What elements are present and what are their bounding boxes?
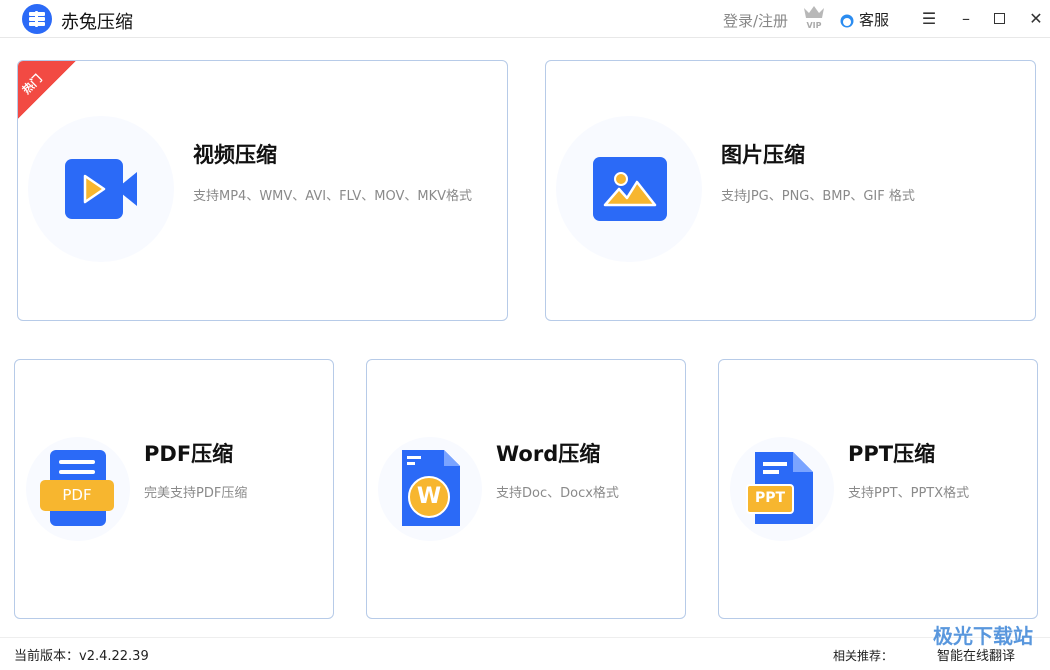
ppt-compress-card[interactable]: PPT PPT压缩 支持PPT、PPTX格式: [718, 359, 1038, 619]
hot-badge-label: 热门: [19, 71, 45, 97]
video-compress-card[interactable]: 热门 视频压缩 支持MP4、WMV、AVI、FLV、MOV、MKV格式: [17, 60, 508, 321]
ppt-icon-label: PPT: [754, 490, 786, 506]
word-compress-card[interactable]: W Word压缩 支持Doc、Docx格式: [366, 359, 686, 619]
card-description: 支持MP4、WMV、AVI、FLV、MOV、MKV格式: [193, 189, 473, 204]
vip-label: VIP: [806, 21, 821, 30]
title-bar: 赤兔压缩 登录/注册 VIP 客服 ☰ – ✕: [0, 0, 1050, 38]
card-title: 图片压缩: [721, 143, 805, 167]
version-label: 当前版本：v2.4.22.39: [14, 649, 149, 664]
card-title: PDF压缩: [144, 442, 234, 466]
recommend-label: 相关推荐：: [833, 649, 894, 663]
card-title: PPT压缩: [848, 442, 936, 466]
card-title: 视频压缩: [193, 143, 277, 167]
card-description: 支持Doc、Docx格式: [496, 486, 619, 501]
card-description: 完美支持PDF压缩: [144, 486, 248, 501]
image-compress-card[interactable]: 图片压缩 支持JPG、PNG、BMP、GIF 格式: [545, 60, 1036, 321]
card-description: 支持PPT、PPTX格式: [848, 486, 970, 501]
minimize-icon[interactable]: –: [955, 8, 977, 30]
image-picture-icon: [593, 157, 667, 221]
app-logo-icon: [22, 4, 52, 34]
hot-badge: 热门: [18, 61, 76, 119]
card-description: 支持JPG、PNG、BMP、GIF 格式: [721, 189, 915, 204]
card-title: Word压缩: [496, 442, 601, 466]
vip-crown-icon[interactable]: VIP: [802, 4, 826, 30]
maximize-icon[interactable]: [988, 8, 1010, 30]
ppt-document-icon: [746, 452, 813, 524]
footer-divider: [0, 637, 1050, 638]
recommend-link[interactable]: 智能在线翻译: [937, 645, 1015, 664]
close-icon[interactable]: ✕: [1025, 8, 1047, 30]
menu-icon[interactable]: ☰: [918, 8, 940, 30]
service-label: 客服: [859, 11, 890, 29]
customer-service-button[interactable]: 客服: [840, 9, 889, 30]
pdf-compress-card[interactable]: PDF PDF压缩 完美支持PDF压缩: [14, 359, 334, 619]
login-register-link[interactable]: 登录/注册: [723, 10, 788, 31]
service-avatar-icon: [840, 14, 854, 27]
word-icon-label: W: [416, 484, 442, 509]
pdf-icon-label: PDF: [40, 480, 114, 511]
app-title: 赤兔压缩: [61, 12, 133, 33]
video-camera-icon: [65, 159, 137, 219]
